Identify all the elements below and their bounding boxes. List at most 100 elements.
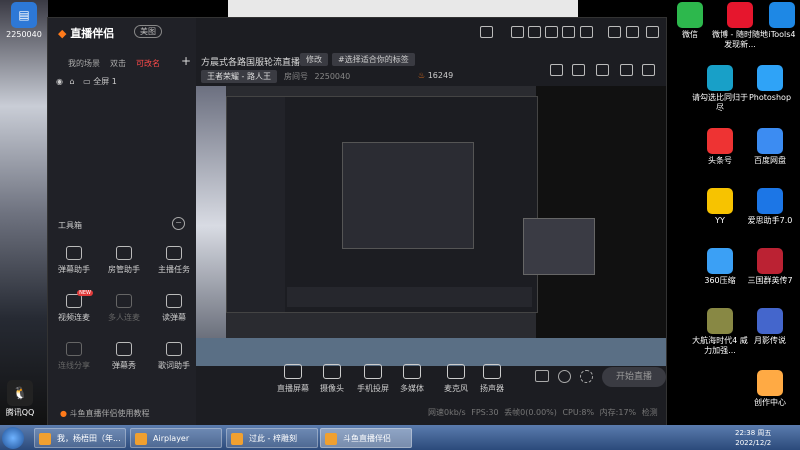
toolbar-camera[interactable]: 摄像头: [312, 364, 352, 394]
tool-task[interactable]: 主播任务: [151, 246, 197, 275]
start-live-button[interactable]: 开始直播: [602, 367, 666, 387]
preview-desktop-icons: [536, 86, 666, 338]
maximize-icon[interactable]: [626, 26, 639, 38]
share-icon[interactable]: [642, 64, 655, 76]
system-clock[interactable]: 22:38 周五 2022/12/2: [735, 428, 771, 448]
add-scene-icon[interactable]: +: [181, 54, 191, 68]
tool-multi-link[interactable]: 多人连麦: [101, 294, 147, 323]
toolbar-label: 多媒体: [400, 384, 424, 393]
live-companion-window: ◆ 直播伴侣 美图 我的场景 双击 可改名 + ◉ ⌂ ▭ 全屏 1 工具箱 −…: [47, 17, 667, 427]
bell-icon[interactable]: [620, 64, 633, 76]
desktop-icon-create-center[interactable]: 创作中心: [740, 370, 800, 408]
desktop-icon-label: 360压缩: [704, 276, 736, 285]
support-icon[interactable]: [528, 26, 541, 38]
speaker-icon: [483, 364, 501, 379]
tool-label: 弹幕秀: [112, 361, 136, 370]
stream-title: 方晨式各路国服轮流直播: [201, 58, 301, 68]
tool-video-link[interactable]: NEW 视频连麦: [51, 290, 97, 323]
media-icon: [403, 364, 421, 379]
taskbar-item-qq-chat[interactable]: 我，杨梧田（年...: [34, 428, 126, 448]
clock-time: 22:38 周五: [735, 429, 772, 437]
live-preview[interactable]: [196, 86, 666, 366]
preview-taskbar: [196, 338, 666, 366]
edit-title-button[interactable]: 修改: [300, 53, 328, 66]
tab-rename[interactable]: 可改名: [136, 58, 160, 69]
desktop-icon-qq[interactable]: 🐧 腾讯QQ: [0, 380, 50, 418]
room-label: 房间号: [284, 72, 308, 81]
tool-label: 连线分享: [58, 361, 90, 370]
toolbar-label: 麦克风: [444, 384, 468, 393]
sanguo-icon: [757, 248, 783, 274]
logo-badge[interactable]: 美图: [134, 25, 162, 38]
desktop-icon-label: iTools4: [768, 30, 796, 39]
camera-icon: [323, 364, 341, 379]
taskbar-item-douyu[interactable]: 斗鱼直播伴侣: [320, 428, 412, 448]
desktop-icon-baidu-pan[interactable]: 百度网盘: [740, 128, 800, 166]
menu-icon[interactable]: [580, 26, 593, 38]
desktop-icon-aisi[interactable]: 爱思助手7.0: [740, 188, 800, 226]
tool-danmu[interactable]: 弹幕助手: [51, 246, 97, 275]
settings-icon[interactable]: [580, 370, 593, 383]
mask-icon[interactable]: [480, 26, 493, 38]
unlock-icon[interactable]: [572, 64, 585, 76]
yy-icon: [707, 188, 733, 214]
task-icon: [166, 246, 182, 260]
tool-read-danmu[interactable]: 读弹幕: [151, 294, 197, 323]
desktop-icon-itools[interactable]: iTools4: [752, 2, 800, 40]
skin-icon[interactable]: [562, 26, 575, 38]
lyric-icon: [166, 342, 182, 356]
baidu-pan-icon: [757, 128, 783, 154]
toolbar-speaker[interactable]: 扬声器: [472, 364, 512, 394]
tab-double-click[interactable]: 双击: [110, 58, 126, 69]
app-logo: ◆ 直播伴侣: [58, 25, 114, 41]
help-link[interactable]: ● 斗鱼直播伴侣使用教程: [60, 408, 150, 419]
net-speed: 网速0kb/s: [428, 408, 466, 417]
desktop-icon-label: YY: [715, 216, 725, 225]
scene-item[interactable]: ◉ ⌂ ▭ 全屏 1: [56, 76, 117, 87]
headset-icon[interactable]: [511, 26, 524, 38]
tool-danmu-show[interactable]: 弹幕秀: [101, 342, 147, 371]
message-icon[interactable]: [545, 26, 558, 38]
status-bar: 网速0kb/s FPS:30 丢帧0(0.00%) CPU:8% 内存:17% …: [428, 407, 658, 418]
refresh-icon[interactable]: [558, 370, 571, 383]
tag-select-button[interactable]: #选择适合你的标签: [332, 53, 415, 66]
record-icon[interactable]: [535, 370, 549, 382]
desktop-wallpaper: [0, 0, 48, 425]
nested-preview-window: [226, 96, 595, 313]
lock-scene-icon[interactable]: [596, 64, 609, 76]
tool-share[interactable]: 连线分享: [51, 342, 97, 371]
tool-lyric[interactable]: 歌词助手: [151, 342, 197, 371]
screen-icon: [284, 364, 302, 379]
app-icon: ▤: [11, 2, 37, 28]
desktop-icon-left-top[interactable]: ▤ 2250040: [0, 2, 54, 40]
help-text: 斗鱼直播伴侣使用教程: [69, 409, 150, 418]
desktop-icon-moon[interactable]: 月影传说: [740, 308, 800, 346]
logo-text: 直播伴侣: [70, 27, 115, 40]
close-icon[interactable]: [646, 26, 659, 38]
taskbar-item-wechat-task[interactable]: 过此 - 梓雕刻: [226, 428, 318, 448]
desktop-icon-sanguo[interactable]: 三国群英传7: [740, 248, 800, 286]
lock-icon[interactable]: ⌂: [70, 77, 75, 86]
toolbar-media[interactable]: 多媒体: [392, 364, 432, 394]
desktop-icon-photoshop[interactable]: Photoshop: [740, 65, 800, 103]
toolbar-screen[interactable]: 直播屏幕: [273, 364, 313, 394]
gift-icon[interactable]: [550, 64, 563, 76]
eye-icon[interactable]: ◉: [56, 77, 63, 86]
tab-my-scenes[interactable]: 我的场景: [68, 58, 100, 69]
status-extra[interactable]: 检测: [642, 408, 658, 417]
toolbar-label: 摄像头: [320, 384, 344, 393]
desktop-icon-label: 百度网盘: [754, 156, 786, 165]
tool-admin[interactable]: 房管助手: [101, 246, 147, 275]
douyu-icon: [325, 433, 337, 445]
read-danmu-icon: [166, 294, 182, 308]
toolbar-mic[interactable]: 麦克风: [436, 364, 476, 394]
tool-label: 多人连麦: [108, 313, 140, 322]
toolbox-collapse-icon[interactable]: −: [172, 217, 185, 230]
game-category-tag[interactable]: 王者荣耀 - 路人王: [201, 70, 277, 83]
taskbar-item-label: Airplayer: [153, 434, 190, 443]
multi-link-icon: [116, 294, 132, 308]
toolbar-phone-cast[interactable]: 手机投屏: [353, 364, 393, 394]
minimize-icon[interactable]: [608, 26, 621, 38]
start-button[interactable]: [2, 427, 24, 449]
taskbar-item-airplayer[interactable]: Airplayer: [130, 428, 222, 448]
